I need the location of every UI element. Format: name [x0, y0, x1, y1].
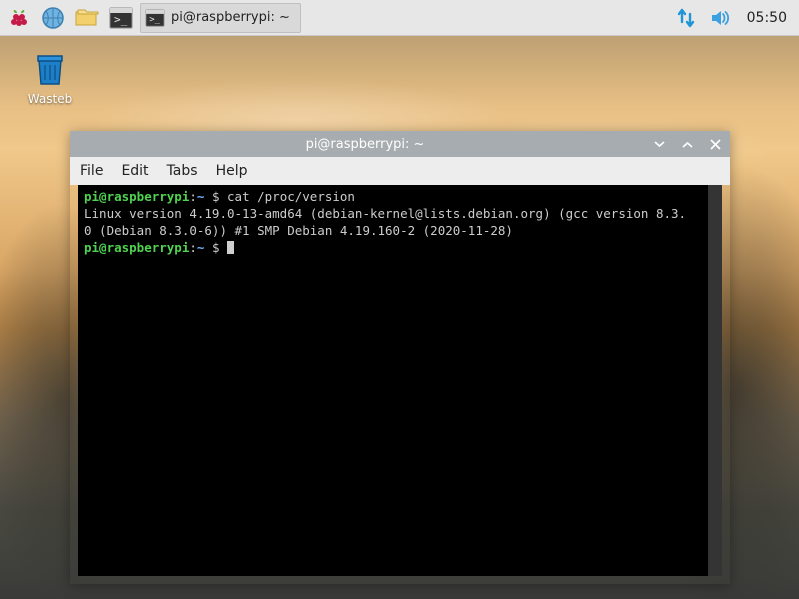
- terminal-output-line: 0 (Debian 8.3.0-6)) #1 SMP Debian 4.19.1…: [84, 223, 716, 240]
- taskbar-clock[interactable]: 05:50: [739, 10, 795, 26]
- terminal-output-line: Linux version 4.19.0-13-amd64 (debian-ke…: [84, 206, 716, 223]
- prompt-sep: :: [189, 189, 197, 204]
- prompt-user: pi@raspberrypi: [84, 240, 189, 255]
- folder-icon: [74, 6, 100, 30]
- terminal-line: pi@raspberrypi:~ $: [84, 240, 716, 257]
- menu-edit[interactable]: Edit: [121, 163, 148, 179]
- taskbar-app-terminal[interactable]: >_ pi@raspberrypi: ~: [140, 3, 301, 33]
- terminal-launcher[interactable]: >_: [106, 3, 136, 33]
- menu-tabs[interactable]: Tabs: [167, 163, 198, 179]
- web-browser-launcher[interactable]: [38, 3, 68, 33]
- prompt-symbol: $: [212, 189, 220, 204]
- file-manager-launcher[interactable]: [72, 3, 102, 33]
- terminal-line: pi@raspberrypi:~ $ cat /proc/version: [84, 189, 716, 206]
- terminal-icon: >_: [109, 7, 133, 29]
- terminal-scrollbar[interactable]: [708, 185, 722, 576]
- raspberry-icon: [7, 6, 31, 30]
- window-title: pi@raspberrypi: ~: [78, 137, 652, 152]
- chevron-down-icon: [654, 139, 665, 150]
- volume-indicator[interactable]: [705, 3, 735, 33]
- taskbar-app-title: pi@raspberrypi: ~: [171, 10, 290, 25]
- prompt-user: pi@raspberrypi: [84, 189, 189, 204]
- terminal-cursor: [227, 241, 234, 254]
- terminal-icon: >_: [145, 9, 165, 27]
- network-indicator[interactable]: [671, 3, 701, 33]
- prompt-path: ~: [197, 240, 205, 255]
- menu-file[interactable]: File: [80, 163, 103, 179]
- maximize-button[interactable]: [680, 137, 694, 151]
- wastebasket-label: Wasteb: [28, 92, 72, 106]
- globe-icon: [41, 6, 65, 30]
- menu-help[interactable]: Help: [216, 163, 248, 179]
- trash-icon: [29, 48, 71, 90]
- menubar: File Edit Tabs Help: [70, 157, 730, 185]
- app-menu-button[interactable]: [4, 3, 34, 33]
- taskbar: >_ >_ pi@raspberrypi: ~ 05:50: [0, 0, 799, 36]
- terminal-command: cat /proc/version: [227, 189, 355, 204]
- network-updown-icon: [675, 7, 697, 29]
- close-icon: [710, 139, 721, 150]
- close-button[interactable]: [708, 137, 722, 151]
- minimize-button[interactable]: [652, 137, 666, 151]
- prompt-path: ~: [197, 189, 205, 204]
- chevron-up-icon: [682, 139, 693, 150]
- speaker-icon: [709, 7, 731, 29]
- terminal-window: pi@raspberrypi: ~ File Edit Tabs Help pi…: [70, 131, 730, 584]
- terminal-viewport[interactable]: pi@raspberrypi:~ $ cat /proc/version Lin…: [78, 185, 722, 576]
- svg-text:>_: >_: [114, 13, 128, 26]
- wastebasket-desktop-icon[interactable]: Wasteb: [20, 48, 80, 106]
- svg-text:>_: >_: [149, 15, 160, 25]
- titlebar[interactable]: pi@raspberrypi: ~: [70, 131, 730, 157]
- window-controls: [652, 137, 722, 151]
- prompt-sep: :: [189, 240, 197, 255]
- prompt-symbol: $: [212, 240, 220, 255]
